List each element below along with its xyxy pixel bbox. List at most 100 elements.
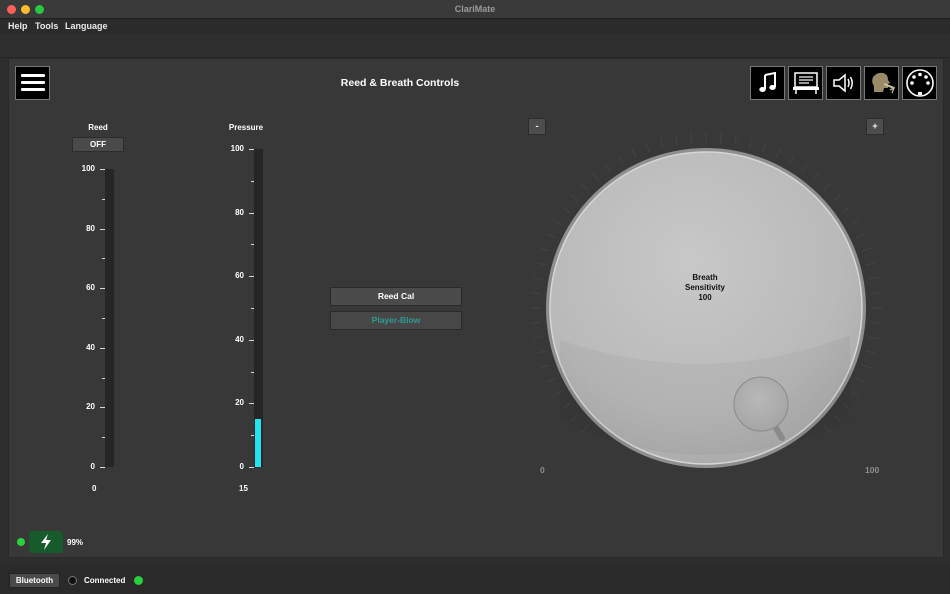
knob-tick [856,377,866,383]
connection-radio[interactable] [68,576,77,585]
knob-tick [561,206,571,214]
gauge-tick [251,244,254,246]
knob-tick [570,194,580,202]
speaker-button[interactable] [826,66,861,100]
knob-tick [690,132,693,143]
player-head-button[interactable] [864,66,899,100]
gauge-tick [249,212,254,214]
gauge-tick [100,347,105,349]
midi-button[interactable] [902,66,937,100]
gauge-tick [249,403,254,405]
knob-tick [869,336,880,340]
menu-tools[interactable]: Tools [35,21,58,31]
breath-sensitivity-knob[interactable] [520,130,900,480]
knob-tick [604,163,612,173]
connection-status-text: Connected [84,576,126,585]
gauge-tick-label: 100 [81,164,95,173]
knob-tick [869,276,880,280]
app-window: ClariMate Help Tools Language Reed & Bre… [0,0,950,594]
title-bar: ClariMate [0,0,950,19]
menu-help[interactable]: Help [8,21,28,31]
knob-tick [540,364,551,369]
knob-tick [659,137,664,148]
keyboard-button[interactable] [788,66,823,100]
knob-grip[interactable] [733,376,789,432]
pressure-value: 15 [239,484,248,493]
connection-status-led [134,576,143,585]
toolbar-strip [0,34,950,58]
reed-toggle-button[interactable]: OFF [72,137,124,152]
gauge-tick-label: 60 [235,271,244,281]
gauge-tick [100,169,105,170]
gauge-tick-label: 80 [86,223,95,233]
battery-indicator [29,531,63,553]
knob-tick [546,233,556,239]
gauge-tick [100,288,105,290]
knob-tick [553,219,563,226]
knob-tick [861,247,872,252]
knob-tick [532,336,543,340]
gauge-tick-label: 0 [239,462,244,471]
knob-tick [812,172,820,182]
gauge-tick [100,407,105,409]
window-title: ClariMate [454,4,496,14]
lightning-bolt-icon [41,534,51,550]
knob-tick [856,233,866,239]
hamburger-bar [21,88,45,91]
knob-tick [532,276,543,280]
knob-tick [631,148,637,158]
gauge-tick [102,318,105,319]
hamburger-menu-button[interactable] [15,66,50,100]
knob-tick [866,261,877,266]
reed-cal-button[interactable]: Reed Cal [330,287,462,306]
knob-tick [762,142,767,153]
gauge-tick-label: 80 [235,207,244,217]
knob-value: 100 [698,293,712,302]
gauge-tick-label: 20 [235,398,244,408]
gauge-tick [102,377,105,379]
gauge-tick [249,149,254,150]
knob-tick [841,206,851,214]
battery-percent: 99% [67,538,84,547]
pressure-label: Pressure [228,123,264,132]
gauge-tick [251,308,254,309]
menu-bar: Help Tools Language [0,19,950,34]
reed-gauge-track [105,169,114,467]
gauge-tick [102,198,105,200]
menu-language[interactable]: Language [65,21,108,31]
hamburger-bar [21,81,45,84]
knob-tick [530,292,541,295]
knob-tick [775,148,781,158]
keyboard-icon [792,72,819,94]
gauge-tick [251,371,254,373]
player-blow-button[interactable]: Player-Blow [330,311,462,330]
player-head-icon [871,72,895,94]
page-title: Reed & Breath Controls [340,77,460,89]
gauge-tick [100,467,105,468]
gauge-tick-label: 100 [230,144,244,153]
hamburger-bar [21,74,45,77]
gauge-tick-label: 40 [86,342,95,352]
gauge-tick [102,258,105,260]
knob-tick [530,321,541,324]
knob-tick [674,134,678,145]
reed-value: 0 [92,484,97,493]
gauge-tick [249,276,254,278]
knob-tick [546,377,556,383]
gauge-tick-label: 40 [235,334,244,344]
gauge-tick-label: 20 [86,402,95,412]
knob-tick [734,134,738,145]
knob-tick [535,261,546,266]
reed-label: Reed [88,123,108,132]
bluetooth-button[interactable]: Bluetooth [9,573,60,588]
knob-tick [540,247,551,252]
music-note-button[interactable] [750,66,785,100]
pressure-gauge-fill [255,419,261,467]
knob-min-label: 0 [540,465,545,475]
knob-tick [849,219,859,226]
gauge-tick [102,437,105,439]
knob-tick [871,292,882,295]
midi-connector-icon [905,69,934,97]
gauge-tick [249,339,254,341]
battery-status-led [17,538,25,546]
